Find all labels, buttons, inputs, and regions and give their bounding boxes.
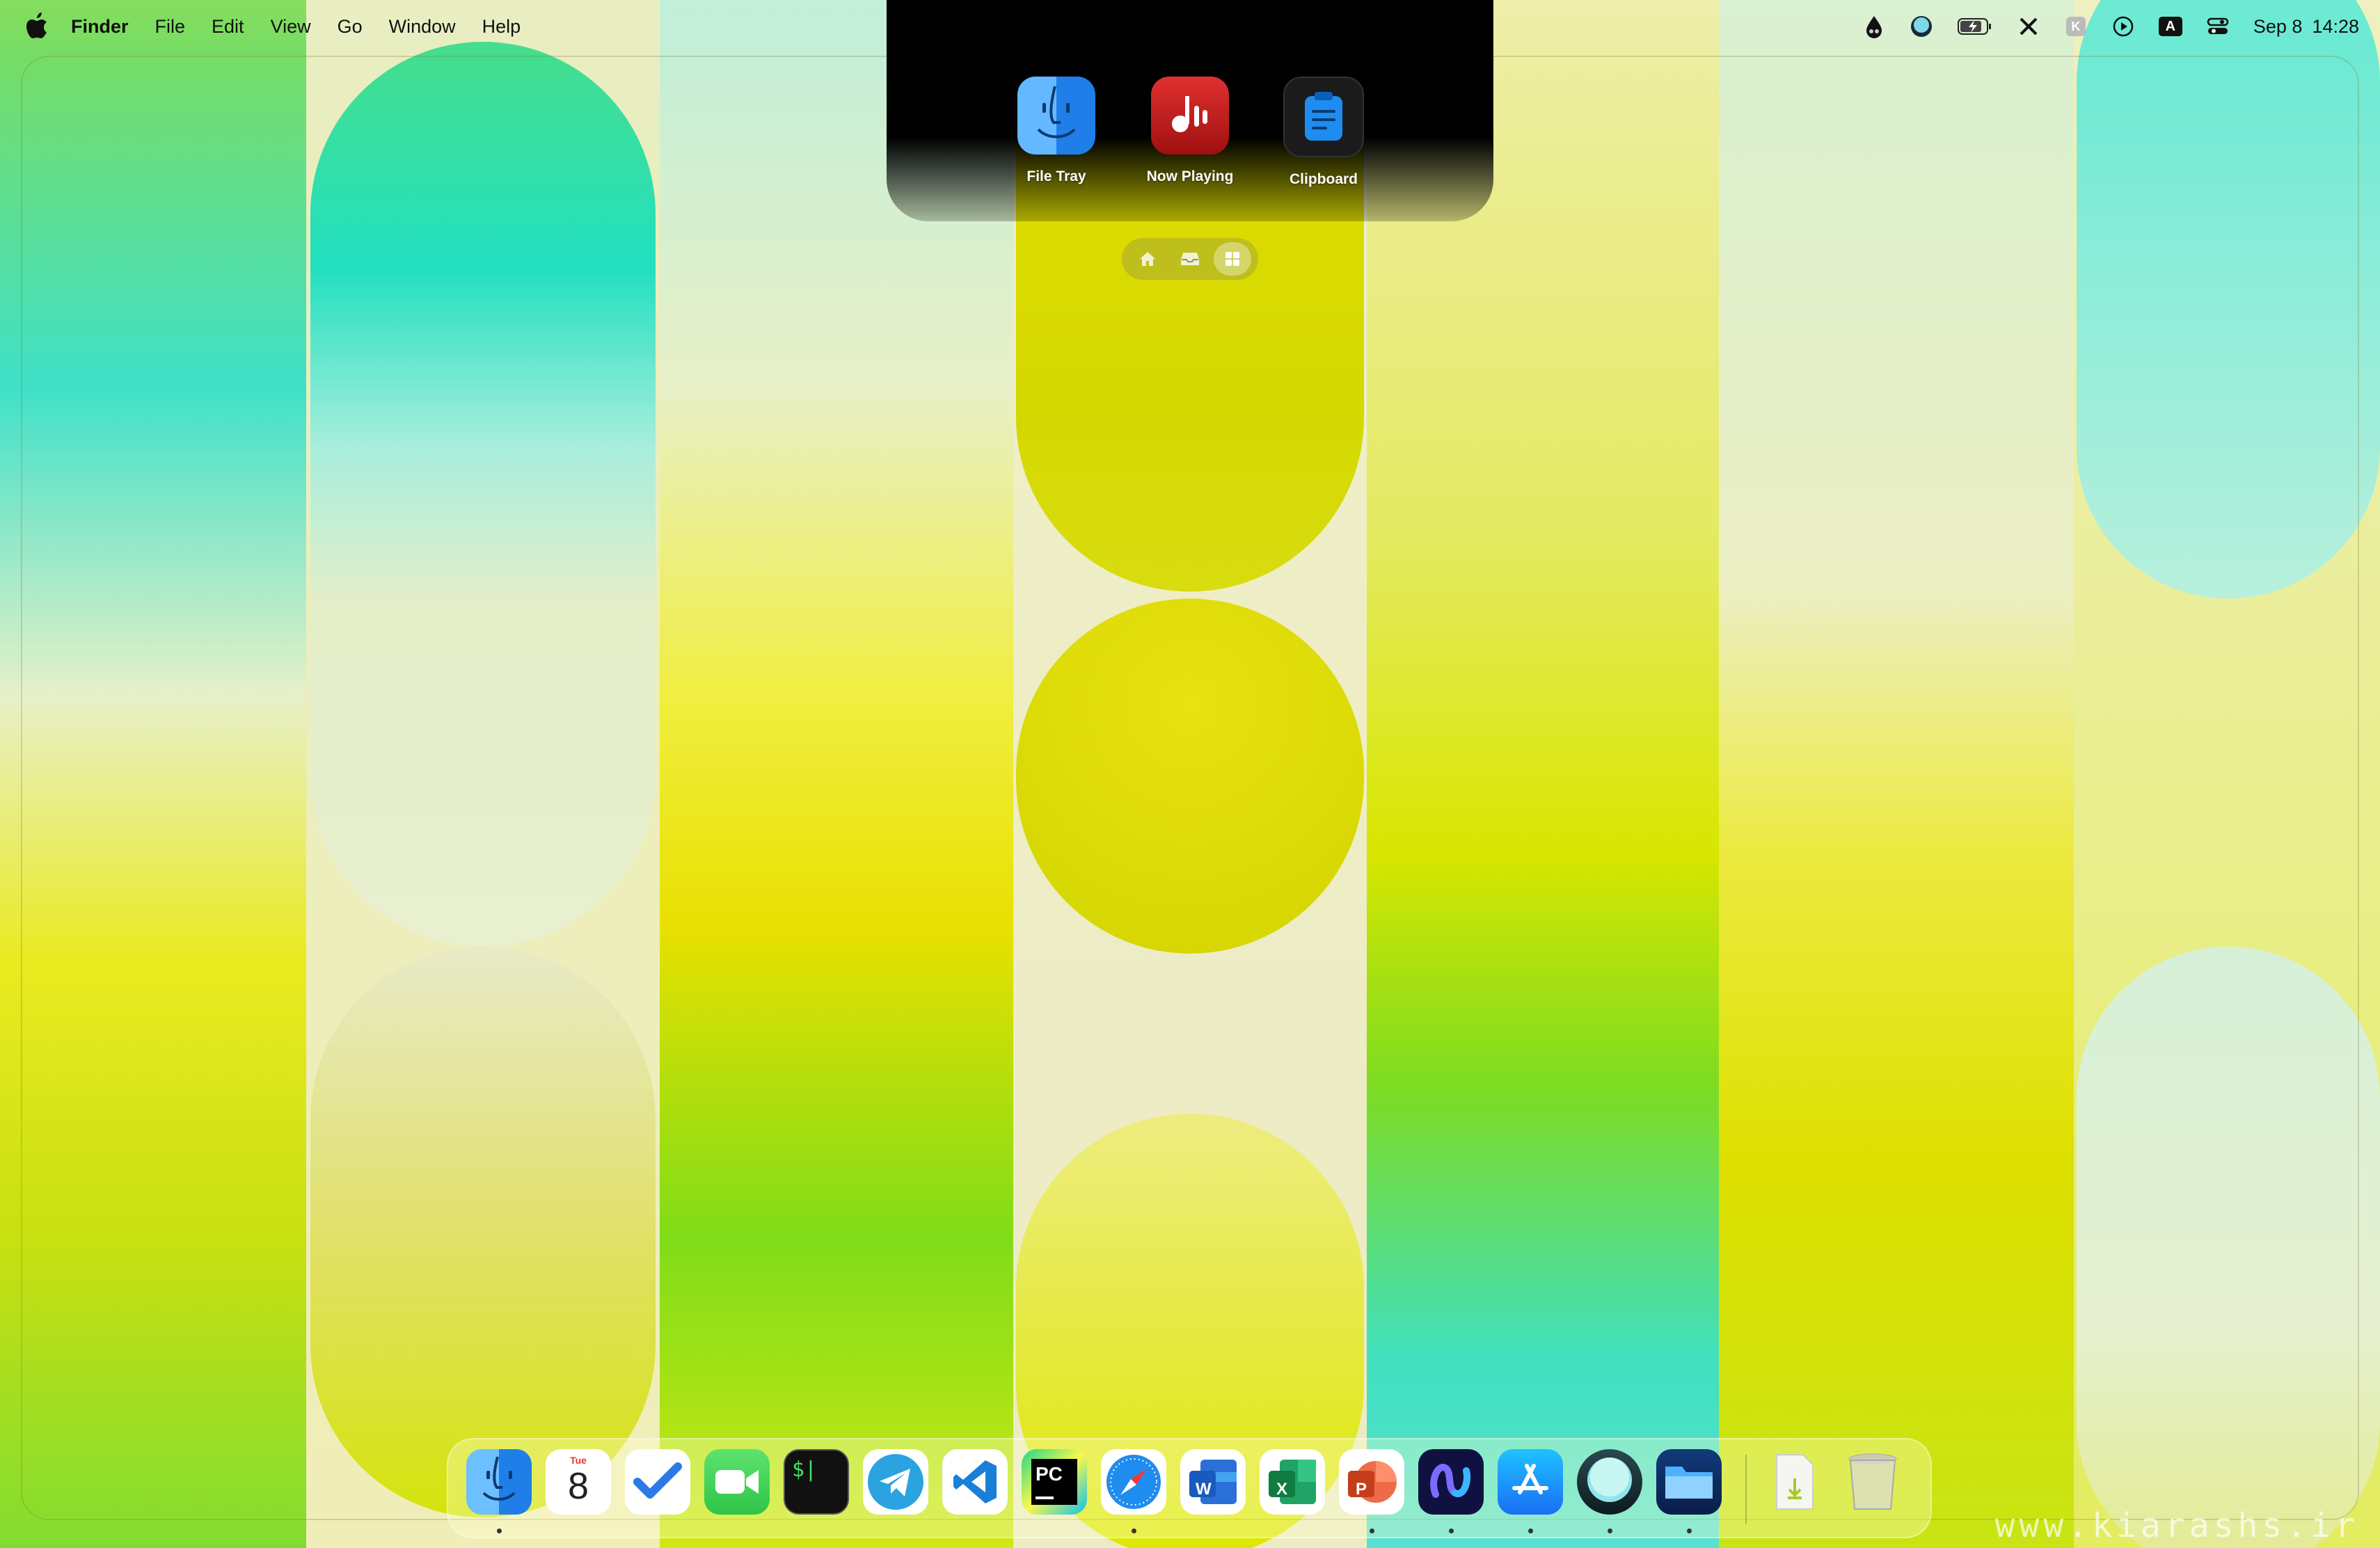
dock-moon-app[interactable]	[1577, 1449, 1642, 1515]
running-indicator	[497, 1529, 502, 1533]
checkmark-icon	[633, 1462, 682, 1499]
tab-grid[interactable]	[1214, 242, 1252, 276]
running-indicator	[1449, 1529, 1454, 1533]
running-indicator	[1370, 1529, 1374, 1533]
dock-telegram[interactable]	[863, 1449, 928, 1515]
dock-safari[interactable]	[1101, 1449, 1166, 1515]
folder-icon	[1665, 1467, 1713, 1499]
running-indicator	[1687, 1529, 1692, 1533]
notch-app-label: Now Playing	[1146, 168, 1234, 184]
menu-view[interactable]: View	[271, 16, 311, 38]
grid-icon	[1225, 252, 1240, 266]
powerpoint-icon: P	[1356, 1480, 1367, 1499]
play-circle-icon[interactable]	[2111, 15, 2135, 38]
dock-calendar[interactable]: Tue 8	[546, 1449, 611, 1515]
moon-app-icon	[1587, 1458, 1632, 1502]
k-app-icon[interactable]: K	[2064, 15, 2088, 38]
downloads-stack-icon	[1776, 1454, 1814, 1510]
moon-circle-icon[interactable]	[1910, 15, 1933, 38]
watermark-text: www.kiarashs.ir	[1994, 1506, 2359, 1545]
running-indicator	[1608, 1529, 1612, 1533]
dock-pycharm[interactable]: PC	[1022, 1449, 1087, 1515]
notch-tab-switcher	[1122, 238, 1258, 280]
notch-app-label: Clipboard	[1290, 171, 1358, 187]
menu-window[interactable]: Window	[389, 16, 456, 38]
x-app-icon[interactable]	[2017, 15, 2040, 38]
notch-app-clipboard[interactable]: Clipboard	[1282, 77, 1365, 188]
dock-powerpoint[interactable]: P	[1339, 1449, 1404, 1515]
dock-downloads[interactable]	[1762, 1449, 1827, 1515]
menu-app-name[interactable]: Finder	[71, 16, 129, 38]
excel-icon: X	[1276, 1480, 1288, 1499]
vscode-icon	[953, 1460, 997, 1503]
tab-home[interactable]	[1129, 242, 1166, 276]
menu-clock[interactable]: Sep 8 14:28	[2253, 16, 2359, 38]
notch-app-file-tray[interactable]: File Tray	[1015, 77, 1098, 188]
menu-help[interactable]: Help	[482, 16, 521, 38]
dock: Tue 8 $| PC W X P	[447, 1438, 1932, 1538]
dock-excel[interactable]: X	[1260, 1449, 1325, 1515]
menu-file[interactable]: File	[155, 16, 186, 38]
calendar-day: 8	[567, 1465, 589, 1507]
input-source-label: A	[2158, 17, 2182, 36]
dock-finder[interactable]	[466, 1449, 532, 1515]
terminal-icon: $|	[792, 1458, 818, 1482]
clock-time: 14:28	[2312, 15, 2359, 37]
video-camera-icon	[715, 1470, 759, 1494]
loop-icon	[1430, 1464, 1470, 1498]
clipboard-icon	[1283, 77, 1364, 157]
battery-charging-icon[interactable]	[1957, 15, 1993, 38]
dock-word[interactable]: W	[1180, 1449, 1246, 1515]
k-app-label: K	[2065, 17, 2086, 36]
menu-edit[interactable]: Edit	[212, 16, 244, 38]
notch-app-label: File Tray	[1026, 168, 1086, 184]
trash-icon	[1848, 1453, 1897, 1510]
music-waveform-icon	[1151, 77, 1229, 155]
word-icon: W	[1196, 1480, 1212, 1499]
running-indicator	[1528, 1529, 1533, 1533]
dock-tasks[interactable]	[625, 1449, 690, 1515]
dock-separator	[1745, 1455, 1747, 1524]
notch-app-now-playing[interactable]: Now Playing	[1146, 77, 1234, 188]
pycharm-icon: PC	[1036, 1463, 1063, 1485]
compass-icon	[1106, 1455, 1161, 1509]
app-store-icon	[1512, 1464, 1548, 1494]
tab-tray[interactable]	[1171, 242, 1209, 276]
dock-vscode[interactable]	[942, 1449, 1008, 1515]
dock-files[interactable]	[1656, 1449, 1722, 1515]
desktop-wallpaper	[0, 0, 2380, 1548]
control-center-icon[interactable]	[2206, 15, 2230, 38]
finder-icon	[482, 1456, 516, 1501]
home-icon	[1139, 252, 1155, 266]
tray-icon	[1180, 253, 1199, 265]
apple-logo-icon[interactable]	[25, 13, 49, 40]
dock-loop[interactable]	[1418, 1449, 1484, 1515]
dock-trash[interactable]	[1840, 1449, 1905, 1515]
menu-go[interactable]: Go	[338, 16, 363, 38]
input-source-icon[interactable]: A	[2158, 15, 2182, 38]
running-indicator	[1132, 1529, 1136, 1533]
notch-panel: File Tray Now Playing Clipboard	[887, 0, 1493, 221]
dock-terminal[interactable]: $|	[784, 1449, 849, 1515]
dock-facetime[interactable]	[704, 1449, 770, 1515]
finder-face-icon	[1017, 77, 1095, 155]
dock-app-store[interactable]	[1498, 1449, 1563, 1515]
clock-date: Sep 8	[2253, 15, 2303, 37]
droplet-icon[interactable]	[1862, 15, 1886, 38]
paper-plane-icon	[868, 1454, 923, 1510]
